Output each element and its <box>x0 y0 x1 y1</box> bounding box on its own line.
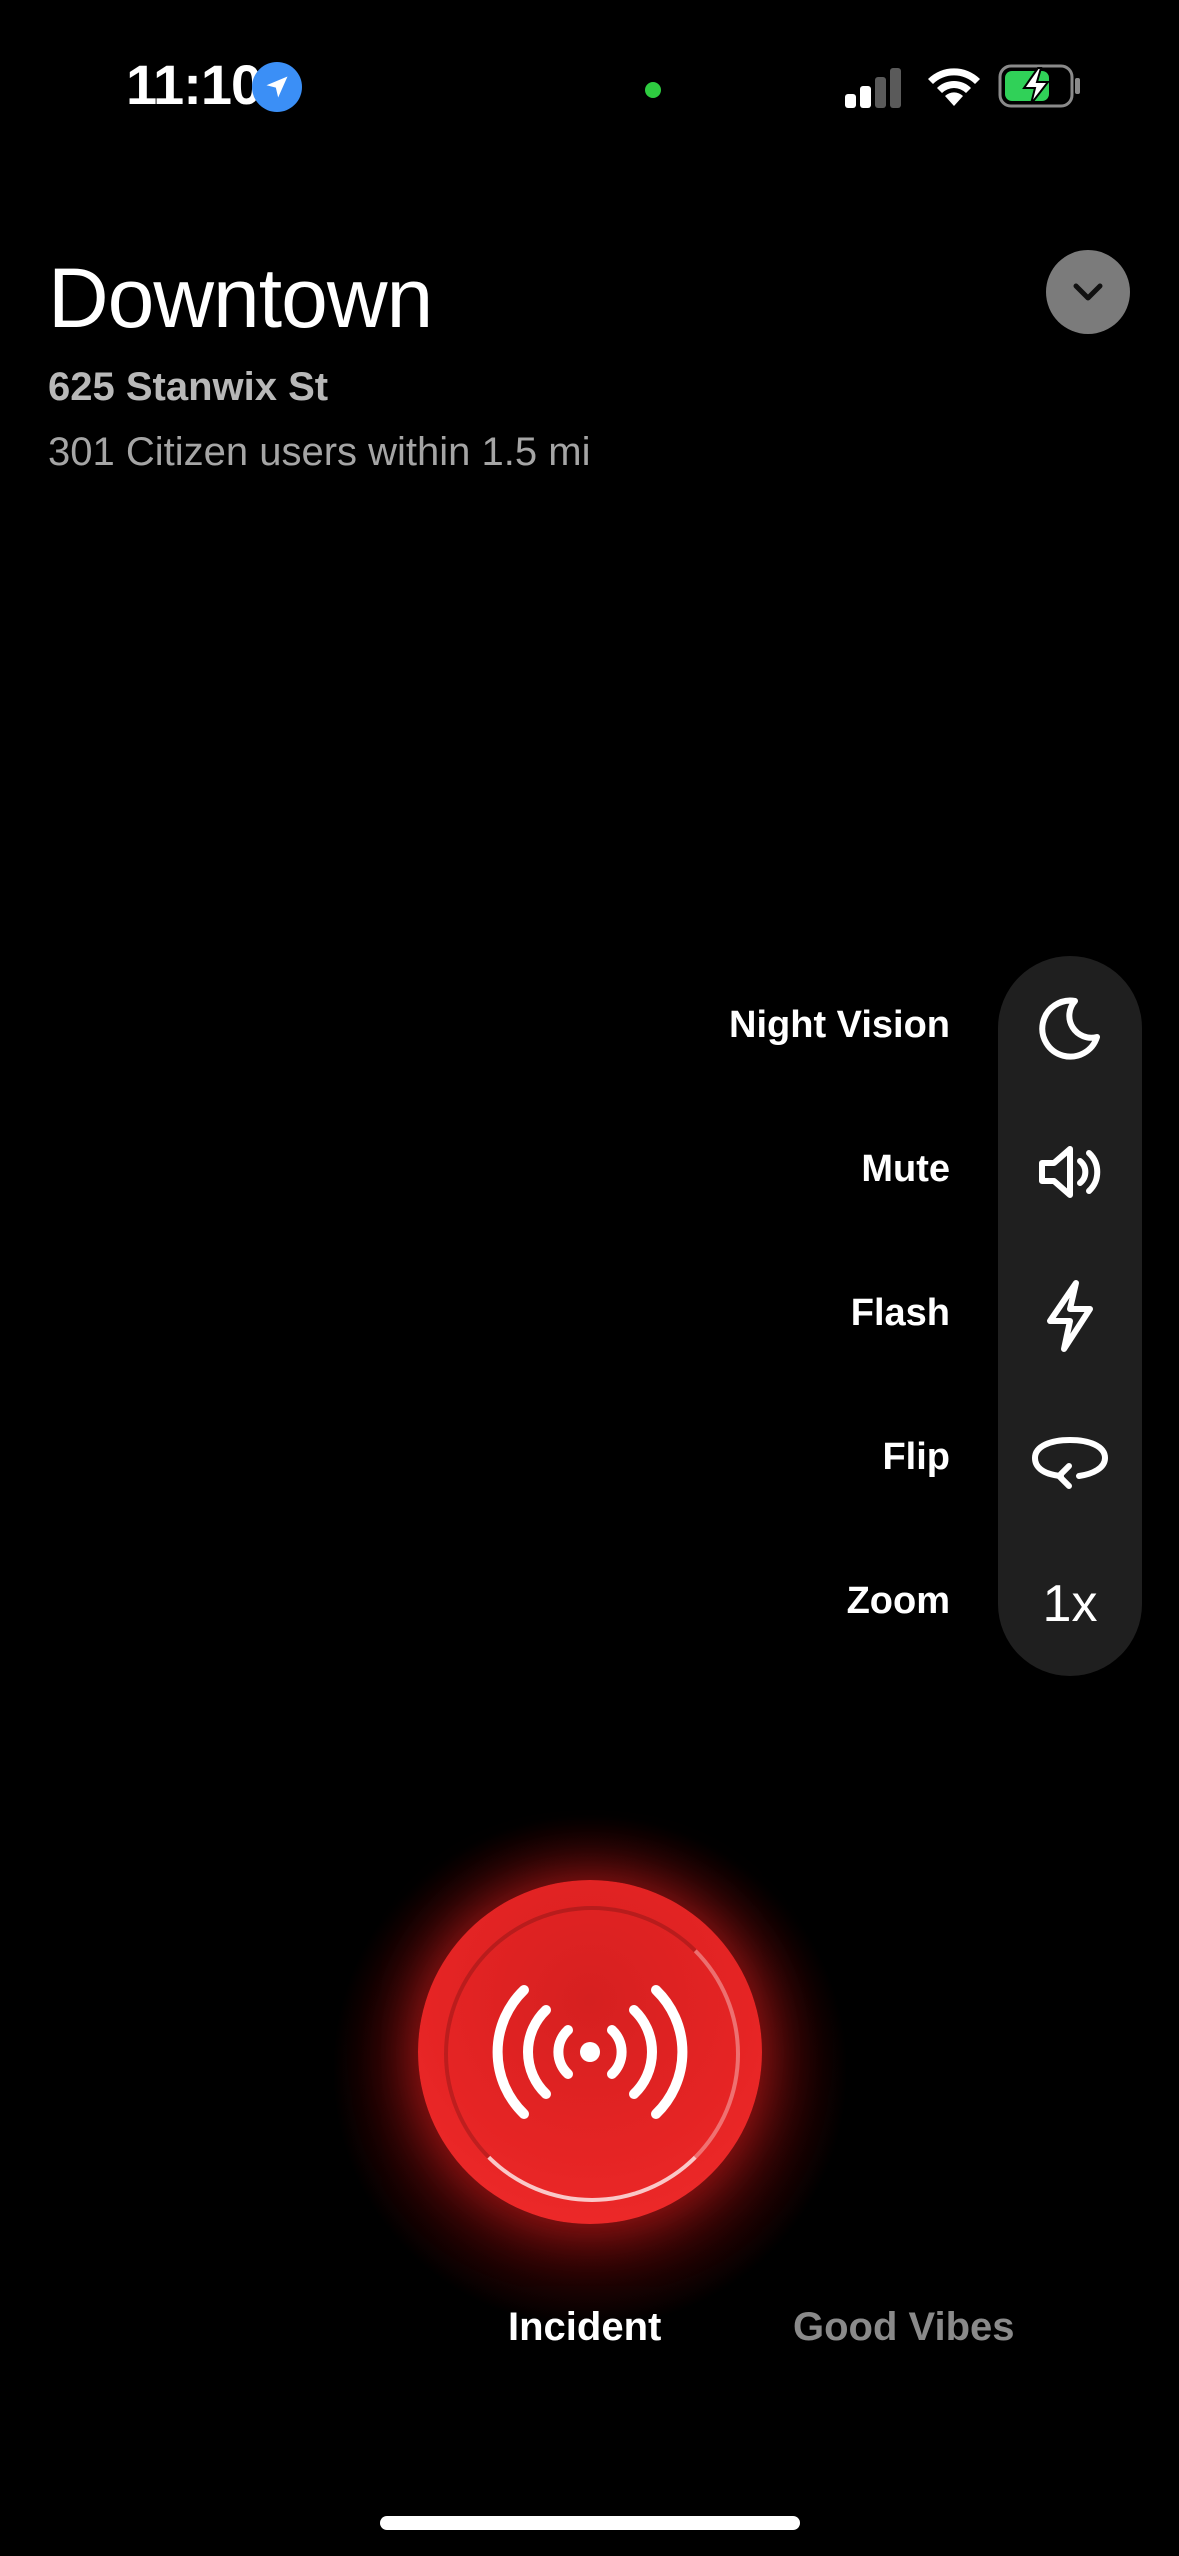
status-time: 11:10 <box>126 53 262 116</box>
zoom-value: 1x <box>1042 1575 1098 1633</box>
wifi-icon <box>925 62 983 115</box>
mute-label: Mute <box>861 1148 950 1190</box>
flash-button[interactable] <box>1030 1276 1110 1356</box>
battery-charging-icon <box>998 62 1082 115</box>
chevron-down-icon <box>1073 283 1103 301</box>
speaker-icon <box>1039 1146 1101 1198</box>
cellular-signal-icon <box>843 66 905 115</box>
users-nearby-text: 301 Citizen users within 1.5 mi <box>48 430 591 474</box>
night-vision-label: Night Vision <box>729 1004 950 1046</box>
address-text: 625 Stanwix St <box>48 365 329 409</box>
mode-tab-good-vibes[interactable]: Good Vibes <box>793 2305 1015 2350</box>
record-incident-button[interactable] <box>418 1880 762 2224</box>
home-indicator[interactable] <box>380 2516 800 2530</box>
screen: 11:10 Downtown 625 Stanwix St 301 Citize… <box>0 0 1179 2556</box>
mode-tab-incident[interactable]: Incident <box>508 2305 661 2350</box>
camera-in-use-dot <box>645 82 661 98</box>
zoom-button[interactable]: 1x <box>1030 1564 1110 1644</box>
zoom-label: Zoom <box>846 1580 950 1622</box>
moon-icon <box>1039 997 1100 1060</box>
night-vision-button[interactable] <box>1030 988 1110 1068</box>
location-arrow-icon <box>252 62 302 112</box>
flash-label: Flash <box>850 1292 950 1334</box>
flip-label: Flip <box>882 1436 950 1478</box>
page-title: Downtown <box>48 251 433 345</box>
broadcast-icon <box>492 1985 688 2119</box>
lightning-icon <box>1047 1280 1093 1352</box>
collapse-button[interactable] <box>1046 250 1130 334</box>
flip-camera-icon <box>1031 1436 1109 1489</box>
flip-button[interactable] <box>1030 1420 1110 1500</box>
mute-button[interactable] <box>1030 1132 1110 1212</box>
